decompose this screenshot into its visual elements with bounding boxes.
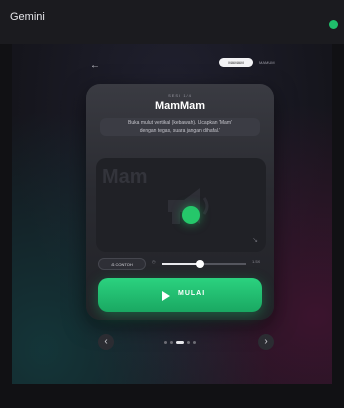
megaphone-icon — [168, 188, 209, 224]
record-indicator[interactable] — [182, 206, 200, 224]
back-button[interactable]: ← — [90, 60, 100, 71]
speed-slider[interactable] — [162, 260, 246, 268]
example-button[interactable]: ⎌ CONTOH — [98, 258, 146, 270]
instruction-box: Buka mulut vertikal (kebawah). Ucapkan '… — [100, 118, 260, 136]
page-dot-active[interactable] — [176, 341, 184, 344]
next-button[interactable]: › — [258, 334, 274, 350]
app-title: Gemini — [10, 11, 45, 23]
app-header: Gemini — [0, 0, 344, 44]
instruction-line-1: Buka mulut vertikal (kebawah). Ucapkan '… — [128, 120, 232, 126]
speed-min-icon: ◷ — [152, 259, 156, 264]
speed-slider-fill — [162, 263, 200, 265]
page-dot[interactable] — [193, 341, 196, 344]
instruction-line-2: dengan tegas, suara jangan dihafal.' — [139, 128, 221, 134]
session-kicker: SESI 1/4 — [168, 93, 192, 98]
practice-visual: Mam ↘ — [96, 158, 266, 252]
mode-toggle-active[interactable]: MAMAM — [219, 58, 253, 67]
exercise-title: MamMam — [154, 100, 206, 112]
page-dot[interactable] — [187, 341, 190, 344]
page-dot[interactable] — [164, 341, 167, 344]
visual-word: Mam — [102, 166, 148, 188]
page-dot[interactable] — [170, 341, 173, 344]
page-indicator — [164, 341, 200, 344]
exercise-card: SESI 1/4 MamMam Buka mulut vertikal (keb… — [86, 84, 274, 320]
account-avatar[interactable] — [329, 20, 338, 29]
speed-max-label: 1.5X — [252, 259, 261, 264]
speed-slider-thumb[interactable] — [195, 260, 204, 268]
previous-button[interactable]: ‹ — [98, 334, 114, 350]
start-label: MULAI — [178, 290, 206, 297]
mode-toggle-other[interactable]: MAMUM — [259, 58, 275, 67]
expand-icon[interactable]: ↘ — [252, 236, 258, 244]
play-icon — [162, 291, 170, 301]
start-button[interactable]: MULAI — [98, 278, 262, 312]
